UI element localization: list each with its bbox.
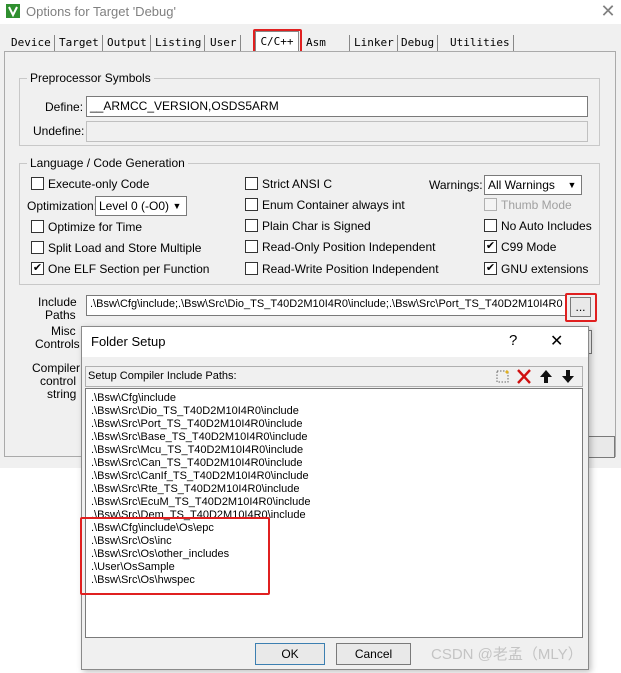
- preprocessor-title: Preprocessor Symbols: [27, 71, 154, 85]
- rw-pi-checkbox[interactable]: [245, 262, 258, 275]
- optimization-label: Optimization:: [27, 199, 98, 213]
- misc-label-line1: Misc: [51, 324, 76, 338]
- split-load-label: Split Load and Store Multiple: [48, 241, 202, 255]
- delete-icon[interactable]: [514, 368, 534, 385]
- gnu-extensions-label: GNU extensions: [501, 262, 589, 276]
- watermark: CSDN @老孟（MLY）: [431, 646, 583, 663]
- one-elf-label: One ELF Section per Function: [48, 262, 210, 276]
- compiler-label-line1: Compiler: [32, 361, 81, 375]
- tab-user[interactable]: User: [207, 35, 241, 51]
- optimize-time-checkbox[interactable]: [31, 220, 44, 233]
- tab-device[interactable]: Device: [8, 35, 55, 51]
- os-paths-highlight-box: [80, 517, 270, 595]
- optimization-value: Level 0 (-O0): [99, 199, 170, 213]
- tab-asm[interactable]: Asm: [303, 35, 350, 51]
- strict-ansi-checkbox[interactable]: [245, 177, 258, 190]
- plain-char-label: Plain Char is Signed: [262, 219, 371, 233]
- execute-only-label: Execute-only Code: [48, 177, 150, 191]
- codegen-title: Language / Code Generation: [27, 156, 188, 170]
- list-item[interactable]: .\Bsw\Src\Mcu_TS_T40D2M10I4R0\include: [91, 444, 303, 457]
- enum-container-checkbox[interactable]: [245, 198, 258, 211]
- c99-mode-label: C99 Mode: [501, 240, 557, 254]
- list-item[interactable]: .\Bsw\Src\Port_TS_T40D2M10I4R0\include: [91, 418, 303, 431]
- include-label-line1: Include: [38, 295, 77, 309]
- undefine-label: Undefine:: [33, 124, 85, 138]
- compiler-label-line2: control: [40, 374, 77, 388]
- thumb-mode-label: Thumb Mode: [501, 198, 572, 212]
- folder-setup-dialog: Folder Setup ? ✕ Setup Compiler Include …: [80, 326, 589, 670]
- tab-target[interactable]: Target: [56, 35, 103, 51]
- compiler-label-line3: string: [47, 387, 77, 401]
- tab-output[interactable]: Output: [104, 35, 151, 51]
- thumb-mode-checkbox[interactable]: [484, 198, 497, 211]
- close-icon[interactable]: ✕: [550, 331, 563, 351]
- execute-only-checkbox[interactable]: [31, 177, 44, 190]
- tab-listing[interactable]: Listing: [152, 35, 206, 51]
- no-auto-includes-checkbox[interactable]: [484, 219, 497, 232]
- ro-pi-label: Read-Only Position Independent: [262, 240, 436, 254]
- chevron-down-icon: ▼: [567, 180, 577, 190]
- move-up-icon[interactable]: [536, 368, 556, 385]
- warnings-select[interactable]: All Warnings ▼: [484, 175, 582, 195]
- strict-ansi-label: Strict ANSI C: [262, 177, 333, 191]
- undefine-input[interactable]: [86, 121, 588, 142]
- optimization-select[interactable]: Level 0 (-O0) ▼: [95, 196, 187, 216]
- define-label: Define:: [45, 100, 84, 114]
- plain-char-checkbox[interactable]: [245, 219, 258, 232]
- enum-container-label: Enum Container always int: [262, 198, 405, 212]
- background-button-edge: [585, 436, 615, 458]
- split-load-checkbox[interactable]: [31, 241, 44, 254]
- browse-highlight-box: [565, 293, 597, 322]
- rw-pi-label: Read-Write Position Independent: [262, 262, 439, 276]
- list-item[interactable]: .\Bsw\Cfg\include: [91, 392, 176, 405]
- chevron-down-icon: ▼: [172, 201, 182, 211]
- include-paths-list[interactable]: .\Bsw\Cfg\include .\Bsw\Src\Dio_TS_T40D2…: [85, 388, 583, 638]
- close-icon[interactable]: ✕: [598, 1, 618, 21]
- tab-linker[interactable]: Linker: [351, 35, 398, 51]
- gnu-extensions-checkbox[interactable]: ✔: [484, 262, 497, 275]
- dialog-title: Folder Setup: [91, 334, 166, 349]
- list-item[interactable]: .\Bsw\Src\Base_TS_T40D2M10I4R0\include: [91, 431, 307, 444]
- move-down-icon[interactable]: [558, 368, 578, 385]
- keil-app-icon: [6, 4, 20, 18]
- include-label-line2: Paths: [45, 308, 76, 322]
- help-icon[interactable]: ?: [509, 332, 517, 349]
- ro-pi-checkbox[interactable]: [245, 240, 258, 253]
- list-item[interactable]: .\Bsw\Src\Dio_TS_T40D2M10I4R0\include: [91, 405, 299, 418]
- define-input[interactable]: __ARMCC_VERSION,OSDS5ARM: [86, 96, 588, 117]
- list-item[interactable]: .\Bsw\Src\Can_TS_T40D2M10I4R0\include: [91, 457, 303, 470]
- cancel-button[interactable]: Cancel: [336, 643, 411, 665]
- list-item[interactable]: .\Bsw\Src\CanIf_TS_T40D2M10I4R0\include: [91, 470, 309, 483]
- include-paths-input[interactable]: .\Bsw\Cfg\include;.\Bsw\Src\Dio_TS_T40D2…: [86, 295, 567, 316]
- new-folder-icon[interactable]: [493, 368, 513, 385]
- list-item[interactable]: .\Bsw\Src\EcuM_TS_T40D2M10I4R0\include: [91, 496, 310, 509]
- one-elf-checkbox[interactable]: ✔: [31, 262, 44, 275]
- window-title: Options for Target 'Debug': [26, 4, 176, 19]
- misc-label-line2: Controls: [35, 337, 80, 351]
- warnings-label: Warnings:: [429, 178, 483, 192]
- tab-utilities[interactable]: Utilities: [447, 35, 514, 51]
- c99-mode-checkbox[interactable]: ✔: [484, 240, 497, 253]
- no-auto-includes-label: No Auto Includes: [501, 219, 592, 233]
- optimize-time-label: Optimize for Time: [48, 220, 143, 234]
- ok-button[interactable]: OK: [255, 643, 325, 665]
- warnings-value: All Warnings: [488, 178, 555, 192]
- list-item[interactable]: .\Bsw\Src\Rte_TS_T40D2M10I4R0\include: [91, 483, 299, 496]
- list-header-label: Setup Compiler Include Paths:: [88, 370, 237, 382]
- tab-debug[interactable]: Debug: [398, 35, 439, 51]
